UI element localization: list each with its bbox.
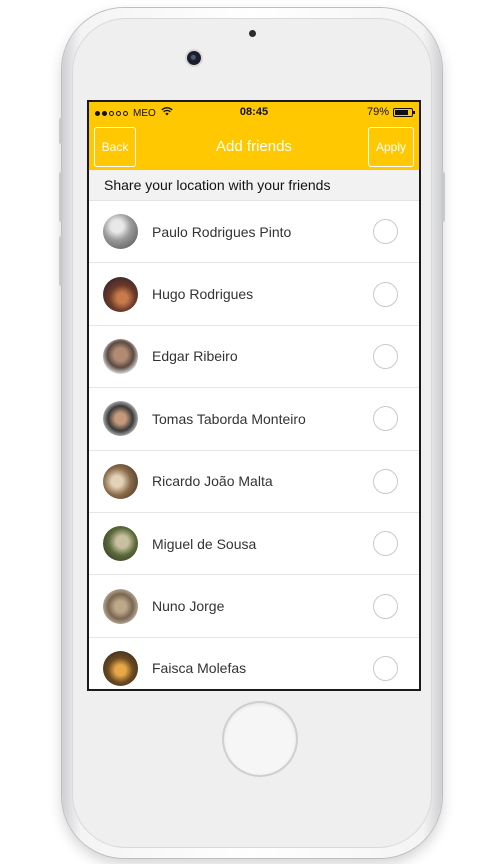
avatar <box>103 401 138 437</box>
section-header: Share your location with your friends <box>89 170 419 201</box>
friend-row[interactable]: Tomas Taborda Monteiro <box>89 388 419 451</box>
friend-row[interactable]: Edgar Ribeiro <box>89 326 419 389</box>
avatar <box>103 588 138 624</box>
avatar <box>103 650 138 686</box>
friend-row[interactable]: Nuno Jorge <box>89 575 419 638</box>
avatar <box>103 338 138 374</box>
friend-row[interactable]: Miguel de Sousa <box>89 513 419 576</box>
battery-indicator: 79% <box>366 106 415 118</box>
navigation-bar: Back Add friends Apply <box>89 124 419 170</box>
power-button <box>441 172 445 222</box>
select-radio[interactable] <box>373 281 398 307</box>
friend-name: Edgar Ribeiro <box>152 348 238 365</box>
volume-up-button <box>59 172 63 222</box>
select-radio[interactable] <box>373 593 398 619</box>
status-bar: MEO 08:45 79% <box>89 102 419 124</box>
friend-list: Paulo Rodrigues Pinto Hugo Rodrigues Edg… <box>89 201 419 689</box>
friend-name: Faisca Molefas <box>152 660 247 677</box>
front-camera <box>187 51 201 65</box>
battery-icon <box>393 107 415 117</box>
select-radio[interactable] <box>373 468 398 494</box>
select-radio[interactable] <box>373 531 398 557</box>
select-radio[interactable] <box>373 655 398 681</box>
select-radio[interactable] <box>373 343 398 369</box>
mute-switch <box>59 118 63 144</box>
volume-down-button <box>59 236 63 286</box>
avatar <box>103 276 138 312</box>
battery-percent: 79% <box>366 106 389 118</box>
proximity-sensor <box>249 30 256 37</box>
friend-name: Miguel de Sousa <box>152 535 257 552</box>
friend-row[interactable]: Paulo Rodrigues Pinto <box>89 201 419 264</box>
friend-row[interactable]: Hugo Rodrigues <box>89 263 419 326</box>
friend-name: Nuno Jorge <box>152 598 225 615</box>
app-screen: MEO 08:45 79% Back Add friends Apply Sha… <box>87 100 421 691</box>
apply-button[interactable]: Apply <box>368 127 414 167</box>
friend-name: Hugo Rodrigues <box>152 286 254 303</box>
friend-name: Ricardo João Malta <box>152 473 273 490</box>
friend-row[interactable]: Ricardo João Malta <box>89 451 419 513</box>
avatar <box>103 463 138 499</box>
friend-name: Tomas Taborda Monteiro <box>152 410 306 427</box>
avatar <box>103 526 138 562</box>
select-radio[interactable] <box>373 219 398 245</box>
home-button[interactable] <box>224 703 296 775</box>
select-radio[interactable] <box>373 406 398 432</box>
friend-row[interactable]: Faisca Molefas <box>89 638 419 689</box>
avatar <box>103 214 138 250</box>
friend-name: Paulo Rodrigues Pinto <box>152 223 292 240</box>
